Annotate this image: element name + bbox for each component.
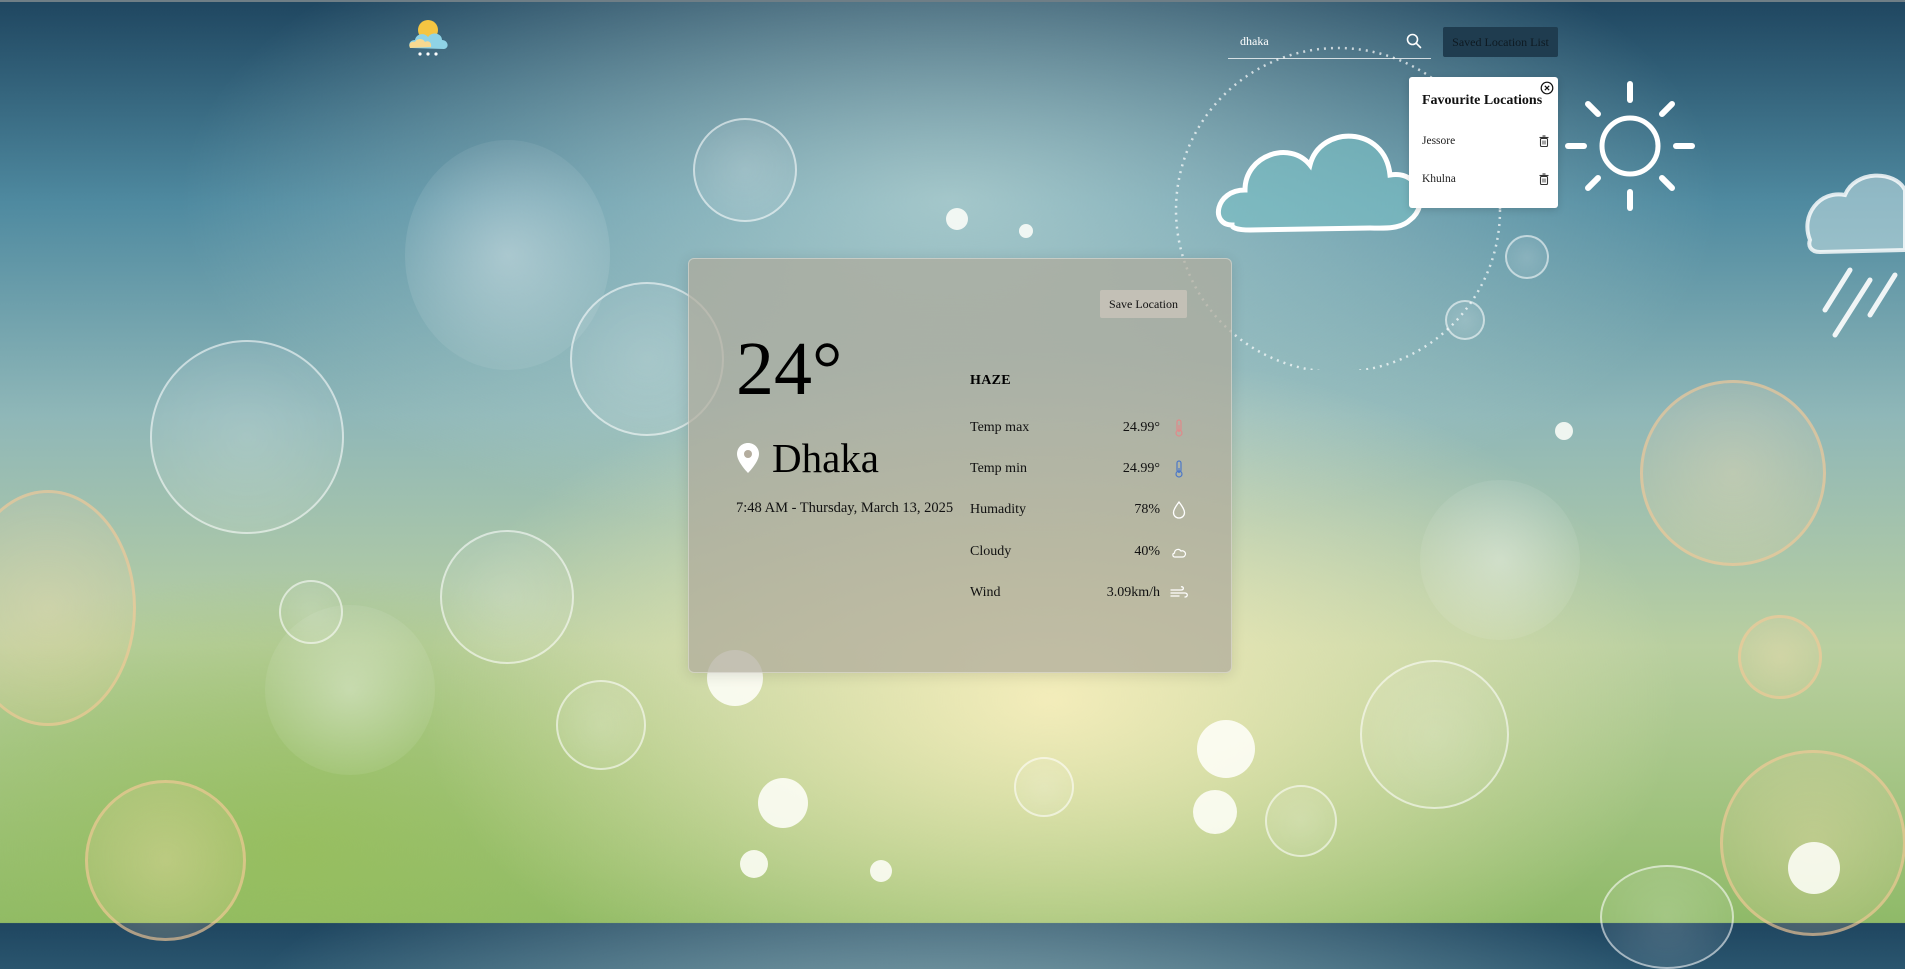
stat-value: 24.99° bbox=[1122, 420, 1160, 435]
stat-label: Wind bbox=[970, 585, 1001, 600]
favourite-item[interactable]: Jessore bbox=[1422, 131, 1550, 151]
stat-value: 78% bbox=[1134, 502, 1160, 517]
favourite-item[interactable]: Khulna bbox=[1422, 169, 1550, 189]
favourite-locations-title: Favourite Locations bbox=[1422, 93, 1543, 108]
favourite-item-label[interactable]: Khulna bbox=[1422, 173, 1456, 185]
wind-icon bbox=[1170, 584, 1188, 602]
weather-condition: HAZE bbox=[970, 373, 1011, 388]
favourite-item-label[interactable]: Jessore bbox=[1422, 135, 1455, 147]
map-pin-icon bbox=[737, 443, 759, 473]
cloud-icon bbox=[1170, 543, 1188, 561]
stat-value: 3.09km/h bbox=[1106, 585, 1160, 600]
stat-label: Temp max bbox=[970, 420, 1030, 435]
location-row: Dhaka bbox=[736, 434, 879, 482]
favourite-locations-panel: Favourite Locations Jessore Khulna bbox=[1409, 77, 1558, 208]
stat-value: 24.99° bbox=[1122, 461, 1160, 476]
saved-location-list-button[interactable]: Saved Location List bbox=[1443, 27, 1558, 57]
search-bar bbox=[1228, 26, 1431, 59]
save-location-button[interactable]: Save Location bbox=[1100, 290, 1187, 318]
trash-icon[interactable] bbox=[1538, 135, 1550, 147]
stat-cloudy: Cloudy 40% bbox=[970, 541, 1188, 563]
stat-label: Cloudy bbox=[970, 544, 1012, 559]
stat-value: 40% bbox=[1134, 544, 1160, 559]
weather-card: Save Location 24° Dhaka 7:48 AM - Thursd… bbox=[688, 258, 1232, 673]
thermometer-hot-icon bbox=[1170, 419, 1188, 437]
city-name: Dhaka bbox=[772, 435, 880, 481]
stat-label: Temp min bbox=[970, 461, 1027, 476]
trash-icon[interactable] bbox=[1538, 173, 1550, 185]
app-logo bbox=[409, 20, 448, 56]
thermometer-cold-icon bbox=[1170, 460, 1188, 478]
search-icon[interactable] bbox=[1405, 32, 1423, 50]
date-time: 7:48 AM - Thursday, March 13, 2025 bbox=[736, 500, 954, 516]
stat-humidity: Humadity 78% bbox=[970, 499, 1188, 521]
stat-temp-max: Temp max 24.99° bbox=[970, 417, 1188, 439]
droplet-icon bbox=[1170, 501, 1188, 519]
current-temperature: 24° bbox=[736, 327, 843, 411]
stat-temp-min: Temp min 24.99° bbox=[970, 458, 1188, 480]
stat-wind: Wind 3.09km/h bbox=[970, 582, 1188, 604]
stat-label: Humadity bbox=[970, 502, 1026, 517]
search-input[interactable] bbox=[1238, 30, 1402, 52]
top-border bbox=[0, 0, 1905, 2]
